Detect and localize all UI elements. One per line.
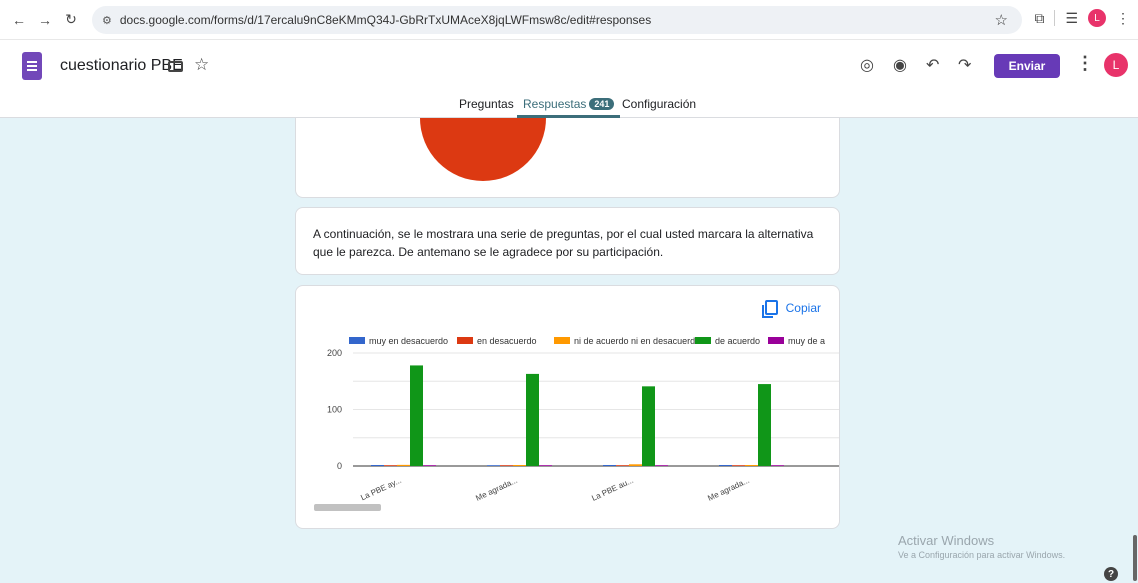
undo-icon[interactable]: ↶ [926, 55, 939, 75]
bar [397, 464, 410, 466]
address-bar[interactable]: ⚙ docs.google.com/forms/d/17ercalu9nC8eK… [92, 6, 1022, 34]
bar [629, 464, 642, 466]
divider [1054, 10, 1056, 26]
bar [616, 465, 629, 466]
responses-count-badge: 241 [589, 98, 615, 110]
legend-label: muy de a [788, 336, 825, 346]
site-settings-icon[interactable]: ⚙ [102, 14, 112, 27]
palette-icon[interactable]: ◎ [860, 55, 874, 75]
help-icon[interactable]: ? [1104, 567, 1118, 581]
tab-preguntas[interactable]: Preguntas [459, 97, 514, 118]
bar [526, 373, 539, 466]
page-scrollbar[interactable] [1133, 535, 1137, 581]
legend-swatch [457, 337, 473, 344]
bar [384, 465, 397, 466]
y-tick-label: 200 [327, 348, 342, 358]
x-tick-label: La PBE au... [590, 476, 635, 503]
folder-icon[interactable] [168, 61, 183, 72]
pie-chart-card [295, 118, 840, 198]
bar-chart: 0 100 200 muy en desacuerdo en desacuerdo ni … [327, 336, 839, 503]
form-title[interactable]: cuestionario PBE [60, 57, 183, 75]
back-icon[interactable]: ← [8, 9, 30, 31]
windows-activation-watermark: Activar Windows Ve a Configuración para … [898, 533, 1065, 560]
tab-configuracion[interactable]: Configuración [622, 97, 696, 118]
reading-list-icon[interactable]: ☰ [1065, 10, 1078, 27]
star-icon[interactable]: ☆ [194, 55, 209, 75]
legend-label: de acuerdo [715, 336, 760, 346]
tab-respuestas[interactable]: Respuestas 241 [517, 97, 621, 118]
browser-toolbar: ← → ↻ ⚙ docs.google.com/forms/d/17ercalu… [0, 0, 1138, 40]
browser-menu-icon[interactable]: ⋮ [1116, 10, 1130, 27]
x-tick-label: Me agrada... [474, 476, 519, 503]
bar-chart-card: Copiar 0 100 200 muy en desacuerdo en desacu… [295, 285, 840, 529]
legend-swatch [349, 337, 365, 344]
bar [758, 384, 771, 466]
watermark-subtitle: Ve a Configuración para activar Windows. [898, 550, 1066, 560]
section-description: A continuación, se le mostrara una serie… [313, 227, 814, 259]
redo-icon[interactable]: ↷ [958, 55, 971, 75]
bar [487, 465, 500, 466]
forward-icon[interactable]: → [34, 9, 56, 31]
browser-profile-avatar[interactable]: L [1088, 9, 1106, 27]
bar [410, 365, 423, 466]
tab-bar: Preguntas Respuestas 241 Configuración [0, 97, 1138, 118]
x-tick-label: La PBE ay... [359, 476, 403, 503]
bar [423, 465, 436, 466]
legend-swatch [554, 337, 570, 344]
x-tick-label: Me agrada... [706, 476, 751, 503]
section-description-card: A continuación, se le mostrara una serie… [295, 207, 840, 275]
preview-eye-icon[interactable]: ◉ [893, 55, 907, 75]
legend-label: en desacuerdo [477, 336, 537, 346]
send-button[interactable]: Enviar [994, 54, 1060, 78]
bar [719, 465, 732, 466]
bar [655, 465, 668, 466]
forms-logo-icon[interactable] [22, 52, 42, 80]
legend-label: muy en desacuerdo [369, 336, 448, 346]
url-text: docs.google.com/forms/d/17ercalu9nC8eKMm… [119, 13, 652, 27]
y-tick-label: 100 [327, 405, 342, 415]
extensions-icon[interactable]: ⧉ [1034, 10, 1044, 27]
forms-header: cuestionario PBE ☆ ◎ ◉ ↶ ↷ Enviar ⋮ L Pr… [0, 40, 1138, 118]
chart-horizontal-scrollbar[interactable] [314, 504, 381, 511]
more-options-icon[interactable]: ⋮ [1076, 53, 1094, 74]
bar [500, 465, 513, 466]
bookmark-star-icon[interactable]: ☆ [995, 11, 1008, 29]
bar [732, 465, 745, 466]
reload-icon[interactable]: ↻ [60, 9, 82, 31]
bar [513, 465, 526, 466]
watermark-title: Activar Windows [898, 533, 995, 548]
legend-swatch [768, 337, 784, 344]
account-avatar[interactable]: L [1104, 53, 1128, 77]
pie-slice [420, 118, 546, 181]
bar [603, 465, 616, 466]
bar [539, 465, 552, 466]
legend-label: ni de acuerdo ni en desacuerdo [574, 336, 700, 346]
bar [771, 465, 784, 466]
legend-swatch [695, 337, 711, 344]
bar [745, 465, 758, 466]
bar [642, 386, 655, 466]
y-tick-label: 0 [337, 461, 342, 471]
bar [371, 465, 384, 466]
